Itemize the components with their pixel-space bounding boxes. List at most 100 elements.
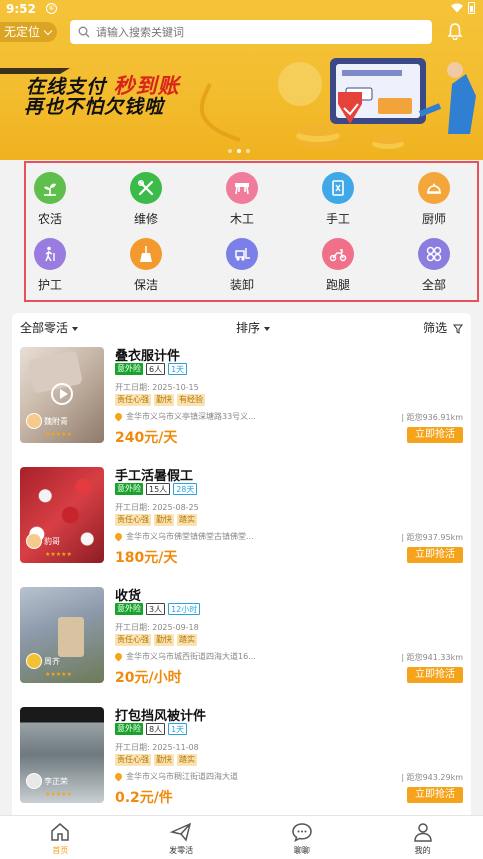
requirement-tag: 责任心强 xyxy=(115,394,151,406)
category-label: 农活 xyxy=(37,212,62,226)
people-badge: 15人 xyxy=(146,483,171,495)
bell-icon[interactable] xyxy=(446,22,464,40)
chat-icon xyxy=(292,823,312,842)
job-distance: | 距您937.95km xyxy=(401,533,463,542)
grab-job-button[interactable]: 立即抢活 xyxy=(407,547,463,563)
category-paotui[interactable]: 跑腿 xyxy=(308,238,368,293)
job-meta-tags: 意外险 8人 1天 xyxy=(115,723,188,735)
category-all[interactable]: 全部 xyxy=(404,238,464,293)
carousel-dot[interactable] xyxy=(228,149,232,153)
category-nonghuo[interactable]: 农活 xyxy=(20,172,80,227)
duration-badge: 1天 xyxy=(168,723,188,735)
sim-icon: ④ xyxy=(46,3,57,14)
poster-name: 魏附青 xyxy=(44,417,68,426)
grab-job-button[interactable]: 立即抢活 xyxy=(407,427,463,443)
grab-job-button[interactable]: 立即抢活 xyxy=(407,667,463,683)
category-label: 厨师 xyxy=(421,212,446,226)
job-thumbnail[interactable]: 豹哥 ★★★★★ xyxy=(20,467,104,563)
job-meta-tags: 意外险 15人 28天 xyxy=(115,483,198,495)
poster-name: 豹哥 xyxy=(44,537,60,546)
insurance-badge: 意外险 xyxy=(115,603,143,615)
category-mugong[interactable]: 木工 xyxy=(212,172,272,227)
job-address: 金华市义乌市佛堂镇佛堂古镇佛堂... xyxy=(113,531,405,542)
broom-icon xyxy=(130,238,162,270)
category-grid: 农活 维修 木工 手工 厨师 护工 保洁 装卸 跑腿 全部 xyxy=(24,161,479,302)
scooter-icon xyxy=(322,238,354,270)
location-pin-icon xyxy=(113,771,124,782)
job-distance: | 距您941.33km xyxy=(401,653,463,662)
category-hugong[interactable]: 护工 xyxy=(20,238,80,293)
address-text: 金华市义乌市城西街道四海大道16... xyxy=(126,652,256,661)
rating-stars: ★★★★★ xyxy=(45,671,72,678)
search-input[interactable] xyxy=(96,25,416,39)
poster-name: 李正荣 xyxy=(44,777,68,786)
tab-label: 我的 xyxy=(414,846,431,855)
rating-stars: ★★★★★ xyxy=(45,431,72,438)
job-meta-tags: 意外险 3人 12小时 xyxy=(115,603,201,615)
category-zhuangxie[interactable]: 装卸 xyxy=(212,238,272,293)
job-price: 20元/小时 xyxy=(115,670,182,686)
tab-mine[interactable]: 我的 xyxy=(362,816,483,859)
start-date: 开工日期: 2025-10-15 xyxy=(115,383,199,392)
people-badge: 3人 xyxy=(146,603,166,615)
job-card[interactable]: 魏附青 ★★★★★ 叠衣服计件 意外险 6人 1天 开工日期: 2025-10-… xyxy=(12,341,471,451)
category-shougong[interactable]: 手工 xyxy=(308,172,368,227)
status-bar: 9:52 ④ xyxy=(0,0,483,18)
sprout-icon xyxy=(34,172,66,204)
insurance-badge: 意外险 xyxy=(115,363,143,375)
app-root: 9:52 ④ 无定位 请输入搜索关键词 在线支付 秒到账 再也不怕欠钱啦 农活 … xyxy=(0,0,483,859)
location-pin-icon xyxy=(113,411,124,422)
job-price: 240元/天 xyxy=(115,430,178,446)
carousel-dots[interactable] xyxy=(228,149,250,153)
category-label: 木工 xyxy=(229,212,254,226)
carousel-dot-active[interactable] xyxy=(237,149,241,153)
job-distance: | 距您943.29km xyxy=(401,773,463,782)
walker-icon xyxy=(34,238,66,270)
category-label: 手工 xyxy=(325,212,350,226)
requirement-tag: 责任心强 xyxy=(115,634,151,646)
category-label: 护工 xyxy=(37,278,62,292)
job-thumbnail[interactable]: 魏附青 ★★★★★ xyxy=(20,347,104,443)
tab-chat[interactable]: 聊聊 xyxy=(242,816,363,859)
filter-button[interactable]: 筛选 xyxy=(423,319,463,336)
duration-badge: 1天 xyxy=(168,363,188,375)
sort-dropdown[interactable]: 排序 xyxy=(236,319,271,336)
job-title: 手工活暑假工 xyxy=(115,469,194,484)
requirement-tag: 有经验 xyxy=(177,394,205,406)
location-selector[interactable]: 无定位 xyxy=(0,22,58,42)
requirement-tag: 踏实 xyxy=(177,514,197,526)
duration-badge: 28天 xyxy=(173,483,198,495)
job-thumbnail[interactable]: 李正荣 ★★★★★ xyxy=(20,707,104,803)
tab-home[interactable]: 首页 xyxy=(0,816,121,859)
type-filter-dropdown[interactable]: 全部零活 xyxy=(20,319,79,336)
category-label: 全部 xyxy=(421,278,446,292)
hero-banner[interactable]: 9:52 ④ 无定位 请输入搜索关键词 在线支付 秒到账 再也不怕欠钱啦 xyxy=(0,0,483,160)
job-card[interactable]: 豹哥 ★★★★★ 手工活暑假工 意外险 15人 28天 开工日期: 2025-0… xyxy=(12,461,471,571)
search-bar[interactable] xyxy=(70,20,432,44)
grid-icon xyxy=(418,238,450,270)
banner-headline-2: 再也不怕欠钱啦 xyxy=(24,96,165,118)
job-card[interactable]: 周齐 ★★★★★ 收货 意外险 3人 12小时 开工日期: 2025-09-18… xyxy=(12,581,471,691)
home-icon xyxy=(51,823,70,841)
carousel-dot[interactable] xyxy=(246,149,250,153)
category-chushi[interactable]: 厨师 xyxy=(404,172,464,227)
rating-stars: ★★★★★ xyxy=(45,551,72,558)
grab-job-button[interactable]: 立即抢活 xyxy=(407,787,463,803)
address-text: 金华市义乌市佛堂镇佛堂古镇佛堂... xyxy=(126,532,254,541)
avatar xyxy=(26,413,42,429)
requirement-tags: 责任心强 勤快 踏实 xyxy=(115,754,197,766)
address-text: 金华市义乌市稠江街道四海大道 xyxy=(126,772,238,781)
job-card[interactable]: 李正荣 ★★★★★ 打包挡风被计件 意外险 8人 1天 开工日期: 2025-1… xyxy=(12,701,471,811)
table-icon xyxy=(226,172,258,204)
poster-name: 周齐 xyxy=(44,657,60,666)
filter-label: 筛选 xyxy=(423,321,448,335)
location-label: 无定位 xyxy=(4,25,41,39)
job-list[interactable]: 魏附青 ★★★★★ 叠衣服计件 意外险 6人 1天 开工日期: 2025-10-… xyxy=(12,341,471,815)
category-weixiu[interactable]: 维修 xyxy=(116,172,176,227)
wifi-icon xyxy=(451,3,463,13)
tab-post-job[interactable]: 发零活 xyxy=(121,816,242,859)
play-icon[interactable] xyxy=(51,383,73,405)
job-thumbnail[interactable]: 周齐 ★★★★★ xyxy=(20,587,104,683)
category-baojie[interactable]: 保洁 xyxy=(116,238,176,293)
requirement-tags: 责任心强 勤快 有经验 xyxy=(115,394,205,406)
